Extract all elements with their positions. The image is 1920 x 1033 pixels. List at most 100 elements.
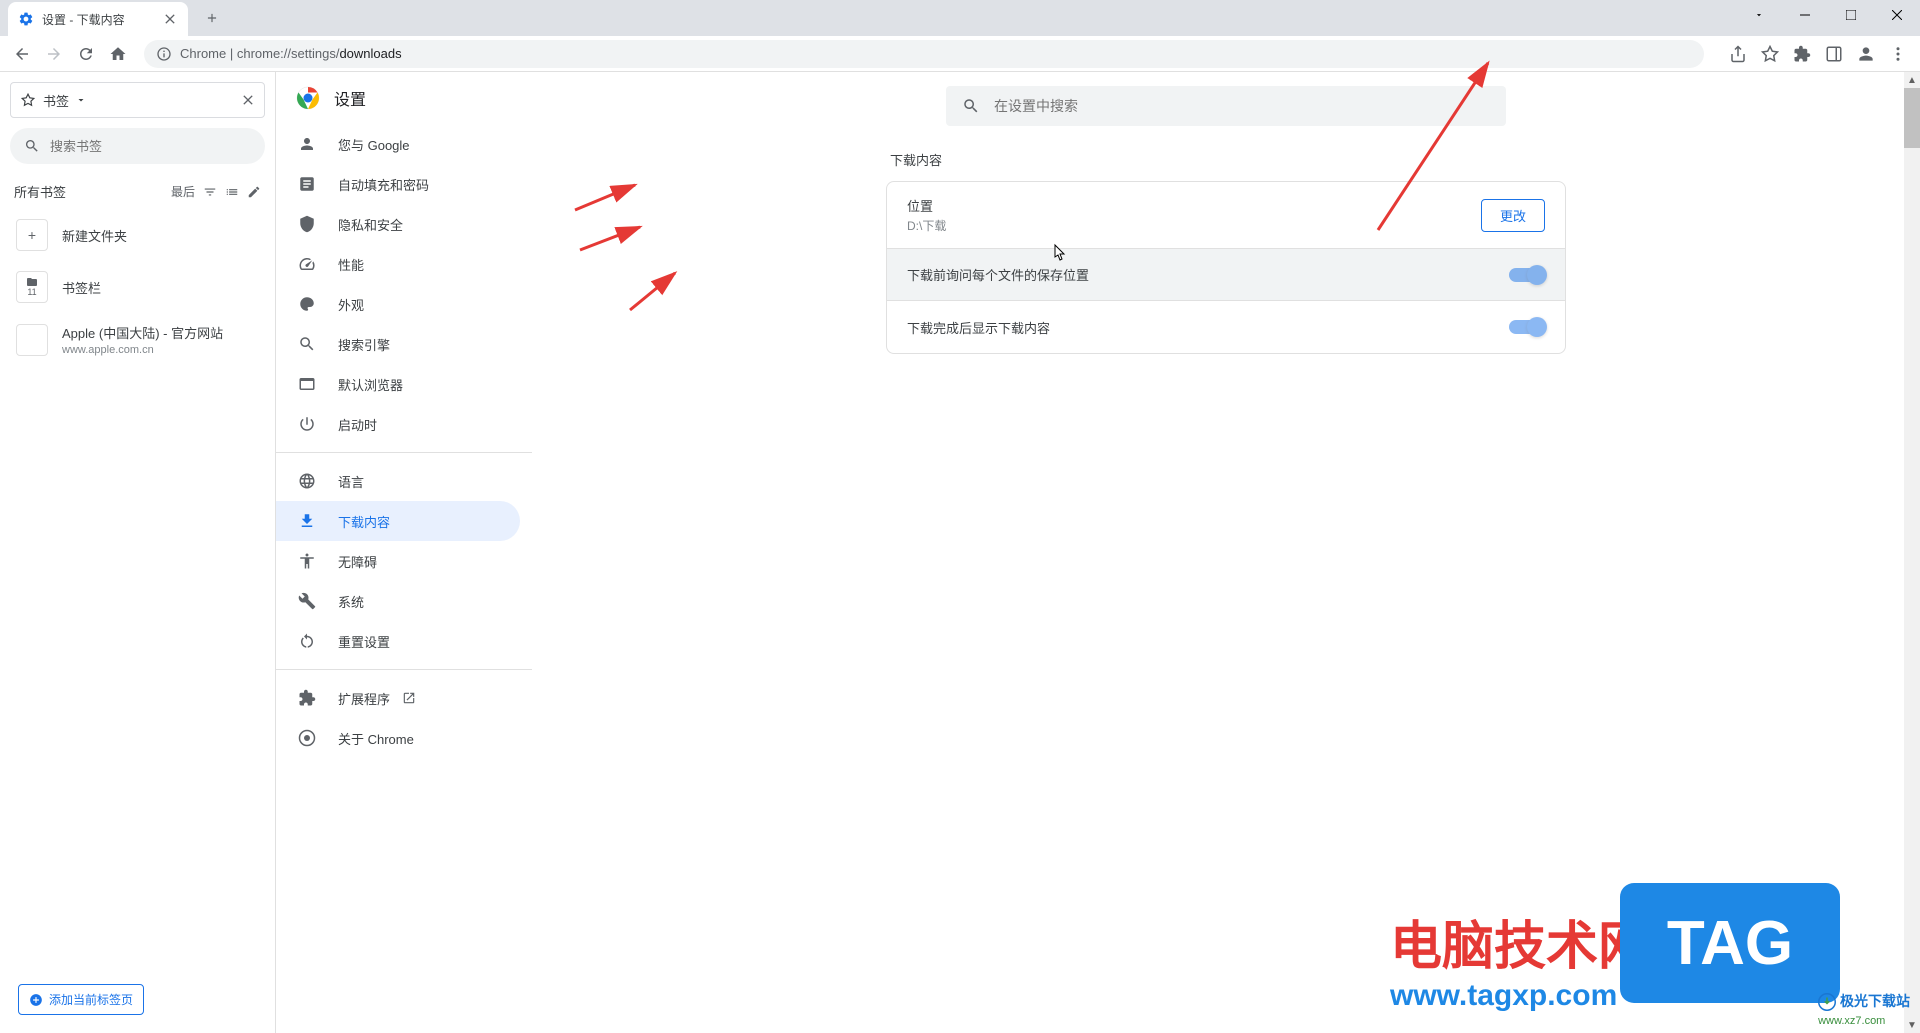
filter-icon[interactable] [203, 185, 217, 199]
new-folder-item[interactable]: + 新建文件夹 [10, 209, 265, 261]
back-button[interactable] [8, 40, 36, 68]
chevron-down-icon [75, 94, 87, 106]
more-vert-icon [1889, 45, 1907, 63]
bookmarks-header[interactable]: 书签 [10, 82, 265, 118]
nav-system[interactable]: 系统 [276, 581, 520, 621]
ask-each-row[interactable]: 下载前询问每个文件的保存位置 [887, 249, 1565, 301]
chrome-logo-icon [296, 86, 320, 110]
watermark2-name: 极光下载站 [1840, 993, 1910, 1009]
watermark: 电脑技术网 www.tagxp.com [1390, 904, 1650, 1013]
nav-default-browser[interactable]: 默认浏览器 [276, 364, 520, 404]
window-controls [1736, 0, 1920, 30]
show-complete-label: 下载完成后显示下载内容 [907, 318, 1509, 337]
ask-each-toggle[interactable] [1509, 268, 1545, 282]
add-current-tab-button[interactable]: 添加当前标签页 [18, 984, 144, 1015]
autofill-icon [298, 175, 316, 193]
search-icon [962, 97, 980, 115]
location-label: 位置 [907, 196, 1481, 215]
chevron-down-icon [1754, 10, 1764, 20]
restore-icon [298, 632, 316, 650]
settings-search[interactable] [946, 86, 1506, 126]
maximize-button[interactable] [1828, 0, 1874, 30]
browser-tab[interactable]: 设置 - 下载内容 [8, 2, 188, 36]
sort-label[interactable]: 最后 [171, 183, 195, 200]
settings-title: 设置 [334, 86, 366, 110]
close-icon[interactable] [240, 92, 256, 108]
plus-box-icon: + [16, 219, 48, 251]
share-button[interactable] [1724, 40, 1752, 68]
address-bar[interactable]: Chrome | chrome://settings/downloads [144, 40, 1704, 68]
show-complete-row[interactable]: 下载完成后显示下载内容 [887, 301, 1565, 353]
nav-extensions[interactable]: 扩展程序 [276, 678, 520, 718]
close-icon [1892, 10, 1902, 20]
reload-button[interactable] [72, 40, 100, 68]
download-icon [298, 512, 316, 530]
nav-search[interactable]: 搜索引擎 [276, 324, 520, 364]
watermark-tag: TAG [1620, 883, 1840, 1003]
profile-button[interactable] [1852, 40, 1880, 68]
nav-appearance[interactable]: 外观 [276, 284, 520, 324]
apple-icon [16, 324, 48, 356]
change-location-button[interactable]: 更改 [1481, 199, 1545, 232]
bookmark-url: www.apple.com.cn [62, 344, 223, 356]
arrow-left-icon [13, 45, 31, 63]
download-logo-icon [1818, 993, 1836, 1011]
add-circle-icon [29, 993, 43, 1007]
bookmark-button[interactable] [1756, 40, 1784, 68]
watermark2-url: www.xz7.com [1818, 1015, 1885, 1027]
nav-performance[interactable]: 性能 [276, 244, 520, 284]
bookmarks-search-input[interactable] [50, 139, 251, 154]
nav-startup[interactable]: 启动时 [276, 404, 520, 444]
downloads-card: 位置 D:\下载 更改 下载前询问每个文件的保存位置 下载完成后显示下载内容 [886, 181, 1566, 354]
edit-icon[interactable] [247, 185, 261, 199]
show-complete-toggle[interactable] [1509, 320, 1545, 334]
nav-divider [276, 669, 532, 670]
person-icon [298, 135, 316, 153]
settings-nav: 设置 您与 Google 自动填充和密码 隐私和安全 性能 外观 搜索引擎 默认… [276, 72, 532, 1033]
search-icon [298, 335, 316, 353]
accessibility-icon [298, 552, 316, 570]
nav-language[interactable]: 语言 [276, 461, 520, 501]
speed-icon [298, 255, 316, 273]
chrome-icon [298, 729, 316, 747]
minimize-icon [1800, 10, 1810, 20]
close-button[interactable] [1874, 0, 1920, 30]
all-bookmarks-header: 所有书签 最后 [10, 174, 265, 209]
nav-downloads[interactable]: 下载内容 [276, 501, 520, 541]
menu-button[interactable] [1884, 40, 1912, 68]
puzzle-icon [298, 689, 316, 707]
nav-reset[interactable]: 重置设置 [276, 621, 520, 661]
palette-icon [298, 295, 316, 313]
nav-autofill[interactable]: 自动填充和密码 [276, 164, 520, 204]
tab-close-icon[interactable] [162, 11, 178, 27]
scroll-up-icon[interactable]: ▲ [1904, 72, 1920, 88]
minimize-button[interactable] [1782, 0, 1828, 30]
dropdown-button[interactable] [1736, 0, 1782, 30]
location-row: 位置 D:\下载 更改 [887, 182, 1565, 249]
bookmarks-bar-item[interactable]: 11 书签栏 [10, 261, 265, 313]
bookmarks-search[interactable] [10, 128, 265, 164]
maximize-icon [1846, 10, 1856, 20]
settings-search-input[interactable] [994, 98, 1490, 114]
plus-icon [205, 11, 219, 25]
arrow-right-icon [45, 45, 63, 63]
all-bookmarks-label: 所有书签 [14, 182, 66, 201]
downloads-section: 下载内容 位置 D:\下载 更改 下载前询问每个文件的保存位置 [886, 150, 1566, 354]
browser-toolbar: Chrome | chrome://settings/downloads [0, 36, 1920, 72]
nav-accessibility[interactable]: 无障碍 [276, 541, 520, 581]
forward-button[interactable] [40, 40, 68, 68]
home-button[interactable] [104, 40, 132, 68]
bookmark-title: Apple (中国大陆) - 官方网站 [62, 323, 223, 342]
nav-about[interactable]: 关于 Chrome [276, 718, 520, 758]
site-info-icon [156, 46, 172, 62]
person-icon [1856, 44, 1876, 64]
side-panel-button[interactable] [1820, 40, 1848, 68]
bookmark-link-item[interactable]: Apple (中国大陆) - 官方网站 www.apple.com.cn [10, 313, 265, 366]
nav-privacy[interactable]: 隐私和安全 [276, 204, 520, 244]
scrollbar-thumb[interactable] [1904, 88, 1920, 148]
extensions-button[interactable] [1788, 40, 1816, 68]
new-tab-button[interactable] [198, 4, 226, 32]
vertical-scrollbar[interactable]: ▲ ▼ [1904, 72, 1920, 1033]
view-icon[interactable] [225, 185, 239, 199]
nav-you-and-google[interactable]: 您与 Google [276, 124, 520, 164]
